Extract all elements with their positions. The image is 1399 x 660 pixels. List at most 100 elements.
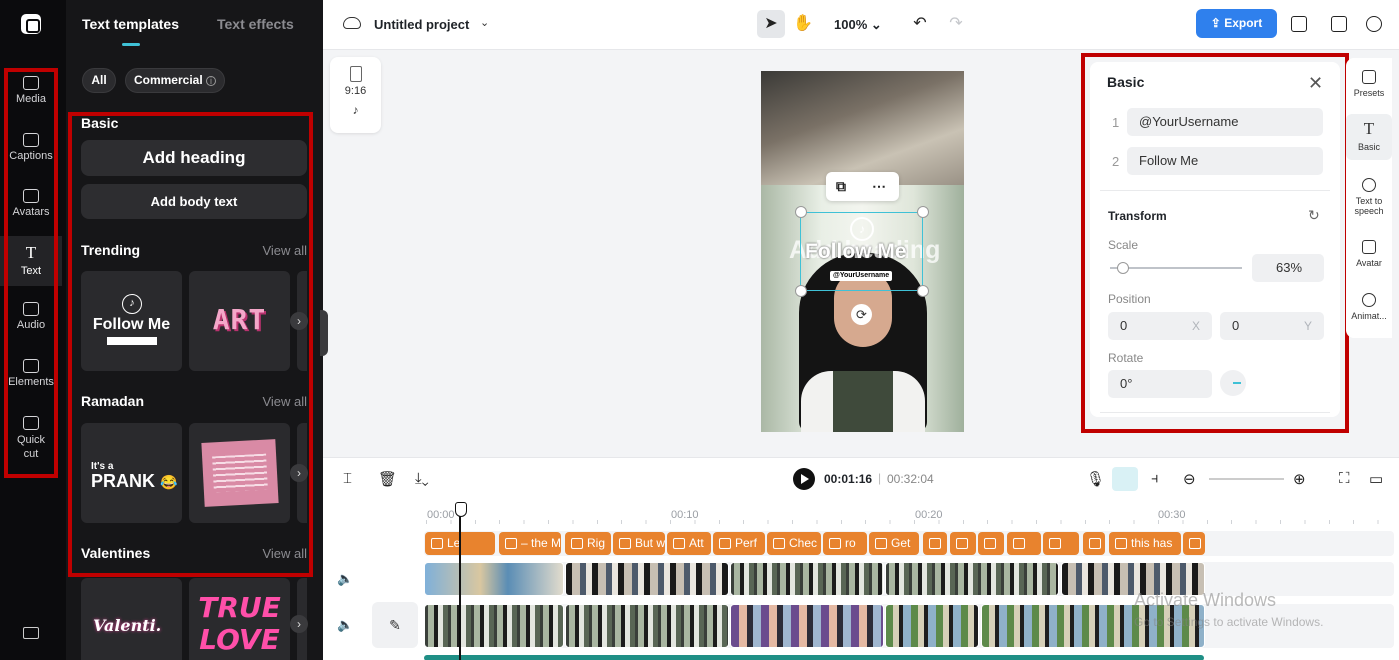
sidebar-item-avatars[interactable]: Avatars	[0, 189, 62, 227]
template-card-follow-me[interactable]: ♪ Follow Me	[81, 271, 182, 371]
video-clip[interactable]	[885, 562, 1059, 596]
video-clip[interactable]	[730, 604, 884, 648]
video-clip[interactable]	[730, 562, 884, 596]
edit-cover-icon[interactable]: ✎	[372, 602, 418, 648]
layers-icon[interactable]	[1291, 16, 1307, 32]
text-clip[interactable]: Att	[667, 532, 711, 555]
timeline-ruler[interactable]	[426, 520, 1396, 524]
template-card-true-love[interactable]: TRUE LOVE	[189, 578, 290, 660]
redo-button[interactable]: ↷	[942, 10, 970, 38]
reset-icon[interactable]: ↻	[1308, 207, 1320, 224]
microphone-icon[interactable]: 🎙	[1086, 470, 1105, 488]
template-card-quote[interactable]	[189, 423, 290, 523]
sidebar-item-text[interactable]: T Text	[0, 236, 62, 286]
app-logo-icon[interactable]	[21, 14, 41, 34]
fit-timeline-icon[interactable]: ⛶	[1339, 470, 1350, 487]
text-clip[interactable]	[1007, 532, 1041, 555]
filter-commercial-button[interactable]: Commercial i	[125, 68, 225, 93]
ramadan-view-all-link[interactable]: View all	[262, 394, 307, 409]
cloud-save-icon[interactable]	[343, 17, 361, 29]
undo-button[interactable]: ↶	[906, 10, 934, 38]
duplicate-icon[interactable]: ⧉	[836, 178, 846, 195]
scale-slider-track[interactable]	[1110, 267, 1242, 269]
settings-icon[interactable]	[1366, 16, 1382, 32]
ramadan-next-arrow-icon[interactable]: ›	[290, 464, 308, 482]
mute-track-icon[interactable]: 🔈	[337, 571, 353, 587]
scale-slider-knob[interactable]	[1117, 262, 1130, 274]
scale-input[interactable]: 63%	[1252, 254, 1324, 282]
collapse-panel-handle[interactable]	[320, 310, 328, 356]
text-clip[interactable]: Rig	[565, 532, 611, 555]
video-clip[interactable]	[885, 604, 979, 648]
tool-text-to-speech[interactable]: Text to speech	[1346, 178, 1392, 216]
resize-handle-top-right[interactable]	[917, 206, 929, 218]
keyboard-shortcuts-icon[interactable]	[23, 627, 39, 639]
split-icon[interactable]: ⌶	[343, 470, 352, 487]
zoom-in-icon[interactable]: ⊕	[1293, 470, 1306, 488]
aspect-ratio-selector[interactable]: 9:16 ♪	[330, 57, 381, 133]
text-clip[interactable]: Gr	[1183, 532, 1205, 555]
text-clip[interactable]	[923, 532, 947, 555]
selection-box[interactable]	[800, 212, 923, 291]
tool-animation[interactable]: Animat...	[1346, 293, 1392, 321]
chevron-down-icon[interactable]: ⌄	[480, 16, 489, 29]
trending-view-all-link[interactable]: View all	[262, 243, 307, 258]
text-clip[interactable]	[978, 532, 1004, 555]
text-field-2[interactable]: Follow Me	[1127, 147, 1323, 175]
timeline-zoom-slider[interactable]	[1209, 478, 1284, 480]
template-card-art[interactable]: ART	[189, 271, 290, 371]
text-clip[interactable]: this has	[1109, 532, 1181, 555]
rotate-dial-icon[interactable]	[1220, 370, 1246, 396]
split-track-icon[interactable]: ⫞	[1151, 470, 1159, 487]
video-clip[interactable]	[565, 562, 729, 596]
project-title[interactable]: Untitled project	[374, 17, 469, 32]
valentines-view-all-link[interactable]: View all	[262, 546, 307, 561]
resize-handle-bottom-right[interactable]	[917, 285, 929, 297]
download-icon[interactable]: ⤓⌄	[415, 470, 429, 487]
video-clip[interactable]	[424, 562, 564, 596]
panel-layout-icon[interactable]	[1331, 16, 1347, 32]
text-clip[interactable]: But wai	[613, 532, 665, 555]
tab-text-effects[interactable]: Text effects	[217, 16, 294, 32]
resize-handle-top-left[interactable]	[795, 206, 807, 218]
play-button[interactable]	[793, 468, 815, 490]
add-body-text-button[interactable]: Add body text	[81, 184, 307, 219]
zoom-level-dropdown[interactable]: 100% ⌄	[834, 17, 882, 33]
text-clip[interactable]	[1083, 532, 1105, 555]
playhead[interactable]	[455, 502, 467, 660]
sidebar-item-captions[interactable]: Captions	[0, 133, 62, 171]
add-heading-button[interactable]: Add heading	[81, 140, 307, 176]
text-clip[interactable]	[1043, 532, 1079, 555]
sidebar-item-elements[interactable]: Elements	[0, 359, 62, 397]
audio-track[interactable]	[424, 655, 1204, 660]
tool-presets[interactable]: Presets	[1346, 70, 1392, 98]
text-clip[interactable]: Perf	[713, 532, 765, 555]
text-clip[interactable]: ro	[823, 532, 867, 555]
sidebar-item-audio[interactable]: Audio	[0, 302, 62, 340]
hand-tool-button[interactable]: ✋	[789, 10, 817, 38]
auto-snap-icon[interactable]	[1112, 467, 1138, 491]
more-options-icon[interactable]: ⋯	[872, 178, 886, 195]
text-clip[interactable]	[950, 532, 976, 555]
trending-next-arrow-icon[interactable]: ›	[290, 312, 308, 330]
tab-text-templates[interactable]: Text templates	[82, 16, 179, 32]
sidebar-item-media[interactable]: Media	[0, 76, 62, 114]
text-field-1[interactable]: @YourUsername	[1127, 108, 1323, 136]
rotate-input[interactable]: 0°	[1108, 370, 1212, 398]
rotate-handle-icon[interactable]: ⟳	[851, 304, 872, 325]
tool-basic[interactable]: T Basic	[1346, 114, 1392, 160]
close-icon[interactable]: ✕	[1308, 73, 1323, 94]
sidebar-item-quick-cut[interactable]: Quick cut	[0, 416, 62, 466]
template-card-valentine[interactable]: Valenti.	[81, 578, 182, 660]
text-clip[interactable]: Chec	[767, 532, 821, 555]
mute-track-icon[interactable]: 🔈	[337, 617, 353, 633]
text-clip[interactable]: – the M	[499, 532, 561, 555]
valentines-next-arrow-icon[interactable]: ›	[290, 615, 308, 633]
preview-mode-icon[interactable]: ▭	[1369, 470, 1383, 488]
export-button[interactable]: ⇪ Export	[1196, 9, 1277, 38]
delete-icon[interactable]: 🗑	[378, 470, 397, 488]
text-clip[interactable]: Get	[869, 532, 919, 555]
video-clip[interactable]	[424, 604, 564, 648]
filter-all-button[interactable]: All	[82, 68, 116, 93]
template-card-prank[interactable]: It's a PRANK 😂	[81, 423, 182, 523]
